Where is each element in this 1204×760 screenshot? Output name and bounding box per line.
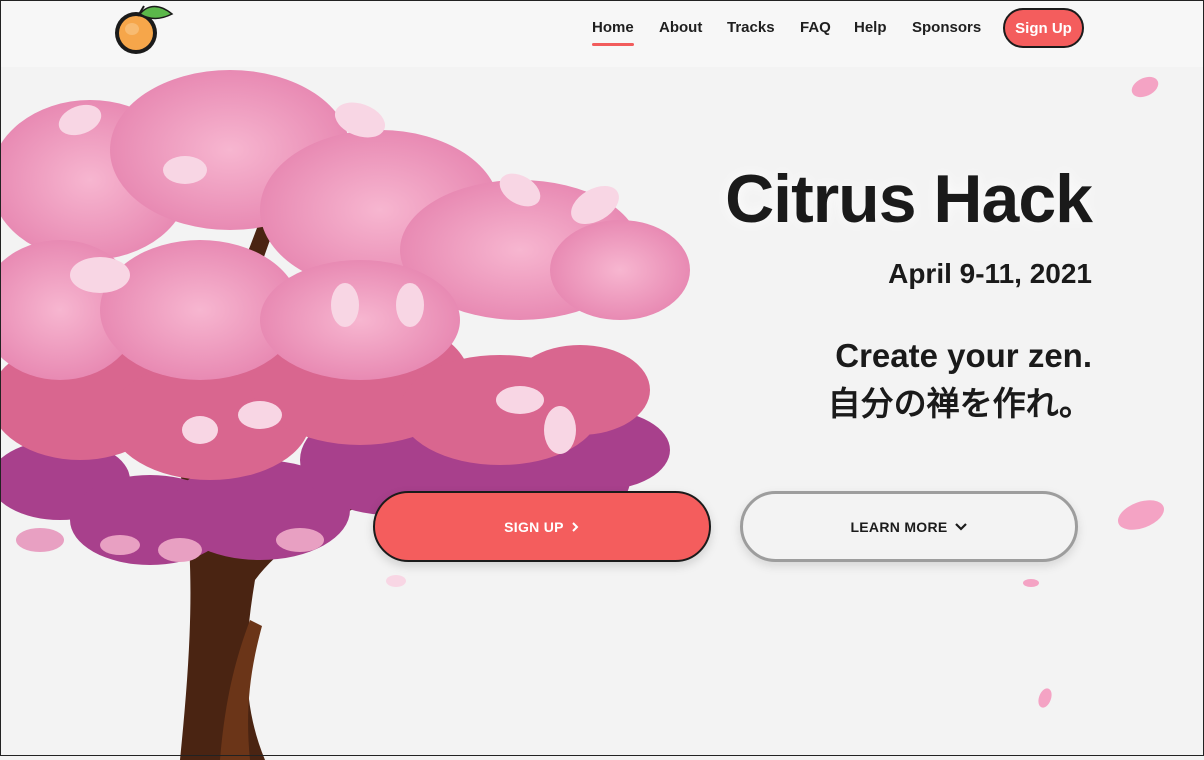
hero-date: April 9-11, 2021 [888, 258, 1092, 289]
navbar: Home About Tracks FAQ Help Sponsors Sign… [0, 0, 1204, 67]
signup-button-label: SIGN UP [504, 518, 564, 535]
chevron-right-icon [570, 521, 580, 533]
nav-link-help[interactable]: Help [854, 19, 887, 36]
falling-petal-icon [386, 575, 406, 587]
cherry-blossom-tree-illustration [0, 70, 690, 760]
nav-link-faq[interactable]: FAQ [800, 19, 831, 36]
learn-more-button-label: LEARN MORE [850, 518, 948, 535]
nav-link-tracks[interactable]: Tracks [727, 19, 775, 36]
nav-link-sponsors[interactable]: Sponsors [912, 19, 981, 36]
falling-petal-icon [1118, 500, 1164, 530]
falling-petal-icon [1131, 76, 1159, 98]
hero-tagline-en: Create your zen. [835, 337, 1092, 374]
hero-title: Citrus Hack [725, 161, 1093, 237]
falling-petal-icon [1038, 688, 1052, 708]
nav-link-about[interactable]: About [659, 19, 702, 36]
nav-signup-button[interactable]: Sign Up [1003, 8, 1084, 48]
falling-petal-icon [1023, 579, 1039, 587]
hero-tagline-jp: 自分の禅を作れ。 [827, 385, 1092, 422]
nav-link-home[interactable]: Home [592, 19, 634, 46]
learn-more-button[interactable]: LEARN MORE [740, 491, 1078, 562]
signup-button[interactable]: SIGN UP [373, 491, 711, 562]
hero-tagline: Create your zen. 自分の禅を作れ。 [828, 332, 1092, 428]
chevron-down-icon [954, 522, 968, 532]
